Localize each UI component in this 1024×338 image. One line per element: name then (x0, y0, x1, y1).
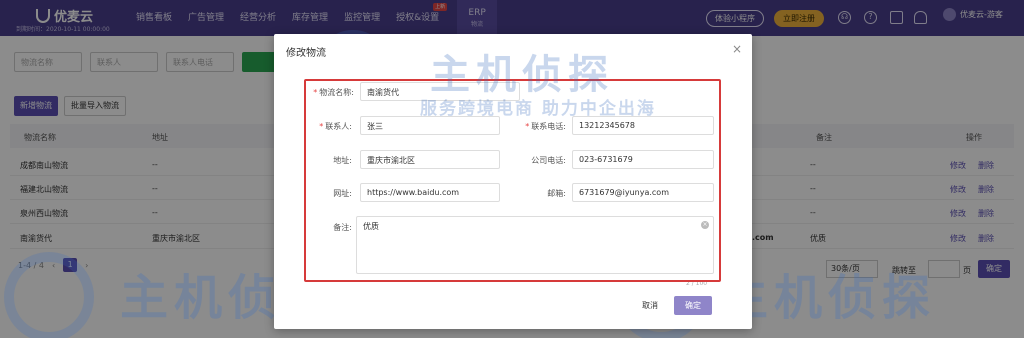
edit-logistics-dialog: 修改物流 × 物流名称: 南渝货代 联系人: 张三 联系电话: 13212345… (274, 34, 752, 329)
dialog-title: 修改物流 (286, 48, 326, 59)
cancel-button[interactable]: 取消 (632, 296, 668, 315)
annotation-highlight-box (304, 79, 721, 282)
close-icon[interactable]: × (732, 42, 742, 56)
confirm-button[interactable]: 确定 (674, 296, 712, 315)
watermark-logo-icon (4, 252, 94, 338)
